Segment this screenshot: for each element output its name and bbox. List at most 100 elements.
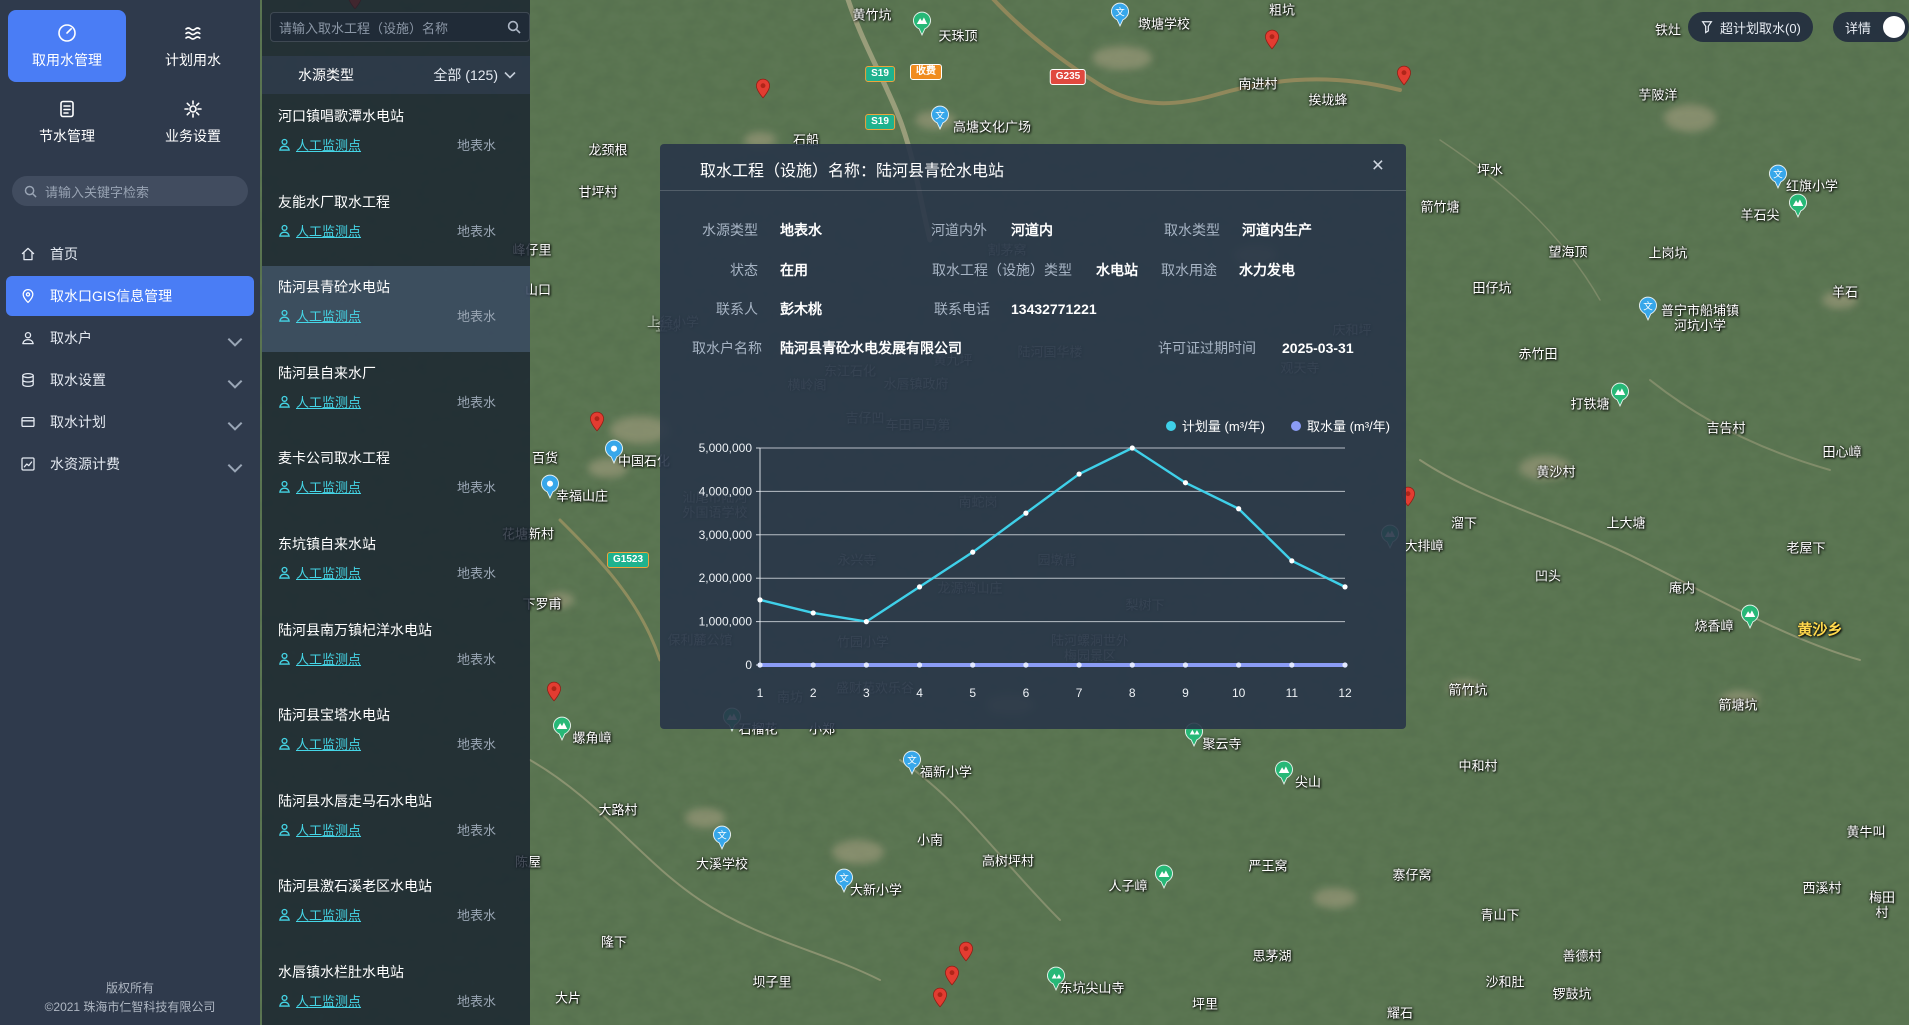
mtn-map-marker[interactable] xyxy=(553,716,572,741)
app-btn-4[interactable]: 业务设置 xyxy=(134,86,252,158)
station-name: 陆河县青砼水电站 xyxy=(278,277,496,297)
over-plan-water-button[interactable]: 超计划取水(0) xyxy=(1688,12,1813,42)
svg-text:3: 3 xyxy=(863,686,870,700)
mtn-map-marker[interactable] xyxy=(1789,193,1808,218)
red-map-marker[interactable] xyxy=(1265,29,1280,50)
station-list-item[interactable]: 友能水厂取水工程人工监测点地表水 xyxy=(262,181,530,267)
red-map-marker[interactable] xyxy=(945,965,960,986)
search-icon[interactable] xyxy=(507,20,521,34)
temple-map-marker[interactable] xyxy=(1047,966,1066,991)
monitor-label: 人工监测点 xyxy=(296,991,361,1010)
sidebar-item-5[interactable]: 取水计划 xyxy=(6,402,254,442)
svg-text:5,000,000: 5,000,000 xyxy=(699,441,753,455)
monitor-link[interactable]: 人工监测点 xyxy=(278,734,361,753)
station-list-item[interactable]: 水唇镇水栏肚水电站人工监测点地表水 xyxy=(262,951,530,1025)
station-list-item[interactable]: 东坑镇自来水站人工监测点地表水 xyxy=(262,523,530,609)
station-list-panel: 请输入取水工程（设施）名称 水源类型 全部 (125) 河口镇唱歌潭水电站人工监… xyxy=(262,0,530,1025)
school-map-marker[interactable]: 文 xyxy=(713,825,732,850)
station-search-input[interactable]: 请输入取水工程（设施）名称 xyxy=(270,12,530,42)
copyright: 版权所有 ©2021 珠海市仁智科技有限公司 xyxy=(0,979,260,1017)
station-list-item[interactable]: 陆河县自来水厂人工监测点地表水 xyxy=(262,352,530,438)
red-pin-icon xyxy=(590,411,605,432)
water-source-type: 地表水 xyxy=(457,905,496,924)
flask-icon xyxy=(1700,20,1714,34)
poi-map-marker[interactable] xyxy=(605,439,624,464)
monitor-link[interactable]: 人工监测点 xyxy=(278,477,361,496)
chevron-down-icon xyxy=(227,376,238,384)
db-icon xyxy=(20,372,36,388)
station-list-item[interactable]: 麦卡公司取水工程人工监测点地表水 xyxy=(262,437,530,523)
sidebar-menu: 首页取水口GIS信息管理取水户取水设置取水计划水资源计费 xyxy=(0,234,260,484)
station-list-item[interactable]: 陆河县南万镇杞洋水电站人工监测点地表水 xyxy=(262,609,530,695)
road-badge: S19 xyxy=(865,66,895,82)
school-marker-icon: 文 xyxy=(903,750,922,775)
water-source-filter[interactable]: 水源类型 全部 (125) xyxy=(262,56,530,94)
road-badge: S19 xyxy=(865,114,895,130)
toggle-knob-icon[interactable] xyxy=(1883,16,1905,38)
sidebar-item-4[interactable]: 取水设置 xyxy=(6,360,254,400)
app-btn-2[interactable]: 计划用水 xyxy=(134,10,252,82)
station-list-item[interactable]: 陆河县宝塔水电站人工监测点地表水 xyxy=(262,694,530,780)
sidebar-item-2[interactable]: 取水口GIS信息管理 xyxy=(6,276,254,316)
monitor-link[interactable]: 人工监测点 xyxy=(278,135,361,154)
filter-value[interactable]: 全部 (125) xyxy=(433,65,498,85)
monitor-link[interactable]: 人工监测点 xyxy=(278,306,361,325)
red-pin-icon xyxy=(1397,65,1412,86)
school-map-marker[interactable]: 文 xyxy=(931,105,950,130)
red-map-marker[interactable] xyxy=(959,941,974,962)
svg-text:8: 8 xyxy=(1129,686,1136,700)
water-source-type: 地表水 xyxy=(457,991,496,1010)
school-map-marker[interactable]: 文 xyxy=(835,868,854,893)
sidebar: 取用水管理计划用水节水管理业务设置 请输入关键字检索 首页取水口GIS信息管理取… xyxy=(0,0,260,1025)
water-source-type: 地表水 xyxy=(457,734,496,753)
mtn-map-marker[interactable] xyxy=(1741,604,1760,629)
app-switcher: 取用水管理计划用水节水管理业务设置 xyxy=(0,0,260,160)
poi-map-marker[interactable] xyxy=(541,474,560,499)
mountain-marker-icon xyxy=(1155,864,1174,889)
monitor-link[interactable]: 人工监测点 xyxy=(278,221,361,240)
mtn-map-marker[interactable] xyxy=(1275,760,1294,785)
red-map-marker[interactable] xyxy=(590,411,605,432)
sidebar-item-6[interactable]: 水资源计费 xyxy=(6,444,254,484)
svg-text:2,000,000: 2,000,000 xyxy=(699,571,753,585)
red-map-marker[interactable] xyxy=(756,78,771,99)
red-map-marker[interactable] xyxy=(1397,65,1412,86)
sidebar-search-input[interactable]: 请输入关键字检索 xyxy=(12,176,248,206)
sidebar-item-label: 取水设置 xyxy=(50,370,106,390)
chevron-down-icon[interactable] xyxy=(504,71,516,79)
filter-label: 水源类型 xyxy=(298,65,354,85)
water-source-type: 地表水 xyxy=(457,135,496,154)
mtn-map-marker[interactable] xyxy=(1155,864,1174,889)
svg-text:4,000,000: 4,000,000 xyxy=(699,484,753,498)
red-map-marker[interactable] xyxy=(547,681,562,702)
svg-text:文: 文 xyxy=(1643,300,1653,312)
monitor-link[interactable]: 人工监测点 xyxy=(278,905,361,924)
station-list-item[interactable]: 陆河县激石溪老区水电站人工监测点地表水 xyxy=(262,865,530,951)
school-map-marker[interactable]: 文 xyxy=(1639,296,1658,321)
app-btn-1[interactable]: 取用水管理 xyxy=(8,10,126,82)
school-map-marker[interactable]: 文 xyxy=(1111,2,1130,27)
sidebar-item-1[interactable]: 首页 xyxy=(6,234,254,274)
app-btn-3[interactable]: 节水管理 xyxy=(8,86,126,158)
red-pin-icon xyxy=(756,78,771,99)
mtn-map-marker[interactable] xyxy=(913,11,932,36)
red-map-marker[interactable] xyxy=(933,987,948,1008)
mtn-map-marker[interactable] xyxy=(1611,382,1630,407)
school-map-marker[interactable]: 文 xyxy=(903,750,922,775)
monitor-link[interactable]: 人工监测点 xyxy=(278,563,361,582)
station-detail-modal: 取水工程（设施）名称：陆河县青砼水电站 × 水源类型地表水河道内外河道内取水类型… xyxy=(660,144,1406,729)
station-list-item[interactable]: 陆河县水唇走马石水电站人工监测点地表水 xyxy=(262,780,530,866)
station-list-item[interactable]: 陆河县青砼水电站人工监测点地表水 xyxy=(262,266,530,352)
station-list-item[interactable]: 河口镇唱歌潭水电站人工监测点地表水 xyxy=(262,95,530,181)
water-source-type: 地表水 xyxy=(457,820,496,839)
sidebar-item-3[interactable]: 取水户 xyxy=(6,318,254,358)
monitor-link[interactable]: 人工监测点 xyxy=(278,392,361,411)
monitor-link[interactable]: 人工监测点 xyxy=(278,649,361,668)
monitor-label: 人工监测点 xyxy=(296,820,361,839)
detail-toggle[interactable]: 详情 xyxy=(1833,12,1909,42)
mountain-marker-icon xyxy=(1741,604,1760,629)
mountain-marker-icon xyxy=(913,11,932,36)
monitor-link[interactable]: 人工监测点 xyxy=(278,820,361,839)
monitor-link[interactable]: 人工监测点 xyxy=(278,991,361,1010)
school-map-marker[interactable]: 文 xyxy=(1769,164,1788,189)
